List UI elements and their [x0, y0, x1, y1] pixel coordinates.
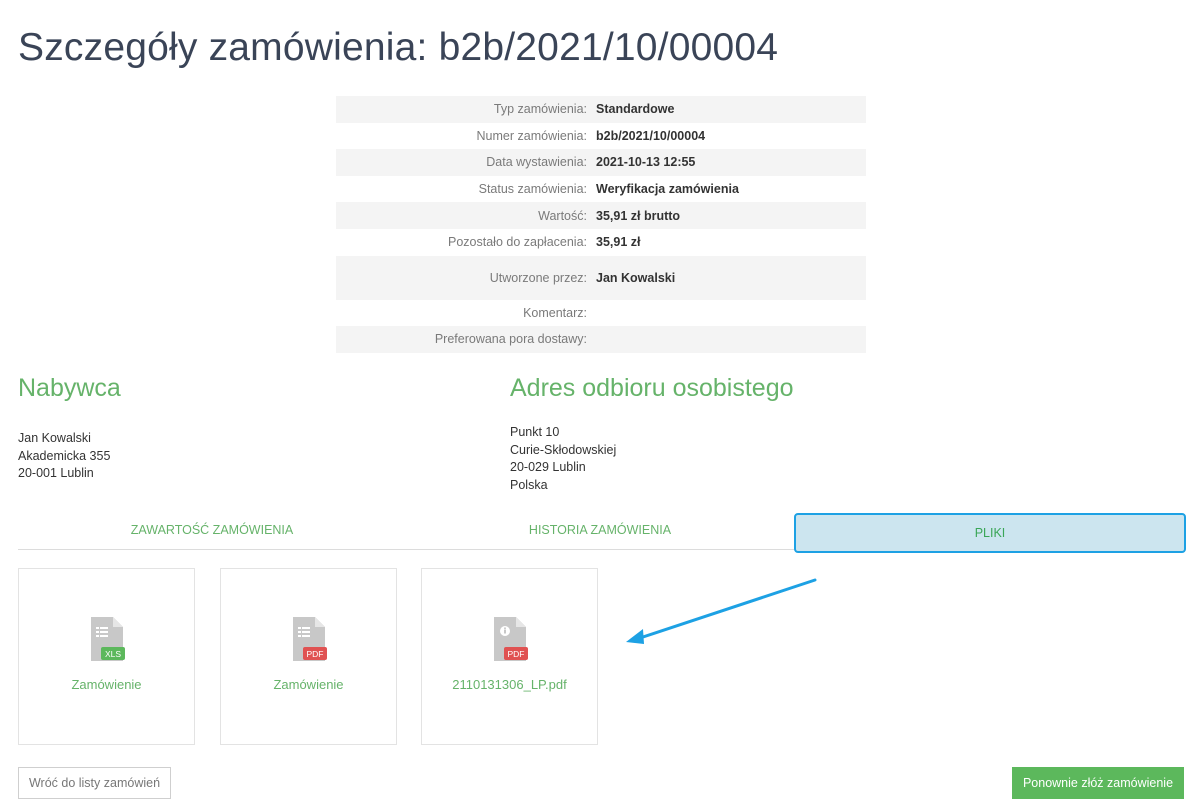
file-name[interactable]: Zamówienie — [19, 677, 194, 692]
tab-order-contents[interactable]: ZAWARTOŚĆ ZAMÓWIENIA — [18, 510, 406, 549]
detail-value: Weryfikacja zamówienia — [596, 182, 739, 197]
detail-value: Jan Kowalski — [596, 270, 676, 285]
file-card[interactable]: PDF 2110131306_LP.pdf — [421, 568, 598, 745]
detail-label: Komentarz: — [523, 305, 587, 320]
detail-label: Pozostało do zapłacenia: — [448, 235, 587, 250]
file-card[interactable]: PDF Zamówienie — [220, 568, 397, 745]
pickup-address-line: Polska — [510, 477, 548, 492]
detail-row-order-number: Numer zamówienia: b2b/2021/10/00004 — [336, 123, 866, 150]
tab-files[interactable]: PLIKI — [794, 513, 1186, 553]
detail-value: 35,91 zł — [596, 235, 641, 250]
detail-row-comment: Komentarz: — [336, 300, 866, 327]
tab-order-history[interactable]: HISTORIA ZAMÓWIENIA — [406, 510, 794, 549]
file-name[interactable]: Zamówienie — [221, 677, 396, 692]
file-card[interactable]: XLS Zamówienie — [18, 568, 195, 745]
pickup-address-line: Punkt 10 — [510, 425, 560, 439]
back-to-orders-button[interactable]: Wróć do listy zamówień — [18, 767, 171, 799]
buyer-heading: Nabywca — [18, 374, 121, 402]
detail-label: Preferowana pora dostawy: — [434, 332, 587, 347]
svg-text:PDF: PDF — [508, 649, 525, 659]
buyer-address-line: Jan Kowalski — [18, 431, 91, 445]
pickup-address-line: Curie-Skłodowskiej — [510, 442, 617, 457]
detail-label: Typ zamówienia: — [493, 102, 587, 117]
detail-label: Numer zamówienia: — [476, 128, 587, 143]
detail-label: Wartość: — [538, 208, 587, 223]
reorder-button[interactable]: Ponownie złóż zamówienie — [1012, 767, 1184, 799]
detail-row-status: Status zamówienia: Weryfikacja zamówieni… — [336, 176, 866, 203]
svg-text:PDF: PDF — [307, 649, 324, 659]
detail-label: Status zamówienia: — [478, 182, 587, 197]
buyer-address-line: 20-001 Lublin — [18, 466, 94, 481]
file-name[interactable]: 2110131306_LP.pdf — [422, 677, 597, 692]
detail-row-value: Wartość: 35,91 zł brutto — [336, 202, 866, 229]
page-title: Szczegóły zamówienia: b2b/2021/10/00004 — [18, 26, 779, 69]
svg-text:XLS: XLS — [105, 649, 121, 659]
pickup-address: Punkt 10 Curie-Skłodowskiej 20-029 Lubli… — [510, 424, 616, 494]
detail-row-created-by: Utworzone przez: Jan Kowalski — [336, 255, 866, 300]
detail-row-delivery-time: Preferowana pora dostawy: — [336, 326, 866, 353]
buyer-address-line: Akademicka 355 — [18, 448, 111, 463]
pickup-heading: Adres odbioru osobistego — [510, 374, 794, 402]
detail-row-issue-date: Data wystawienia: 2021-10-13 12:55 — [336, 149, 866, 176]
buyer-address: Jan Kowalski Akademicka 355 20-001 Lubli… — [18, 430, 110, 483]
spreadsheet-file-icon: XLS — [91, 617, 125, 661]
detail-row-remaining: Pozostało do zapłacenia: 35,91 zł — [336, 229, 866, 256]
detail-row-order-type: Typ zamówienia: Standardowe — [336, 96, 866, 123]
detail-value: Standardowe — [596, 102, 675, 117]
order-details-table: Typ zamówienia: Standardowe Numer zamówi… — [336, 96, 866, 353]
detail-value: b2b/2021/10/00004 — [596, 128, 706, 143]
info-file-icon: PDF — [494, 617, 528, 661]
detail-value: 2021-10-13 12:55 — [596, 155, 696, 170]
document-file-icon: PDF — [293, 617, 327, 661]
detail-value: 35,91 zł brutto — [596, 208, 681, 223]
pickup-address-line: 20-029 Lublin — [510, 460, 586, 475]
order-tabs: ZAWARTOŚĆ ZAMÓWIENIA HISTORIA ZAMÓWIENIA… — [18, 510, 1186, 553]
detail-label: Data wystawienia: — [486, 155, 587, 170]
detail-label: Utworzone przez: — [489, 270, 587, 285]
